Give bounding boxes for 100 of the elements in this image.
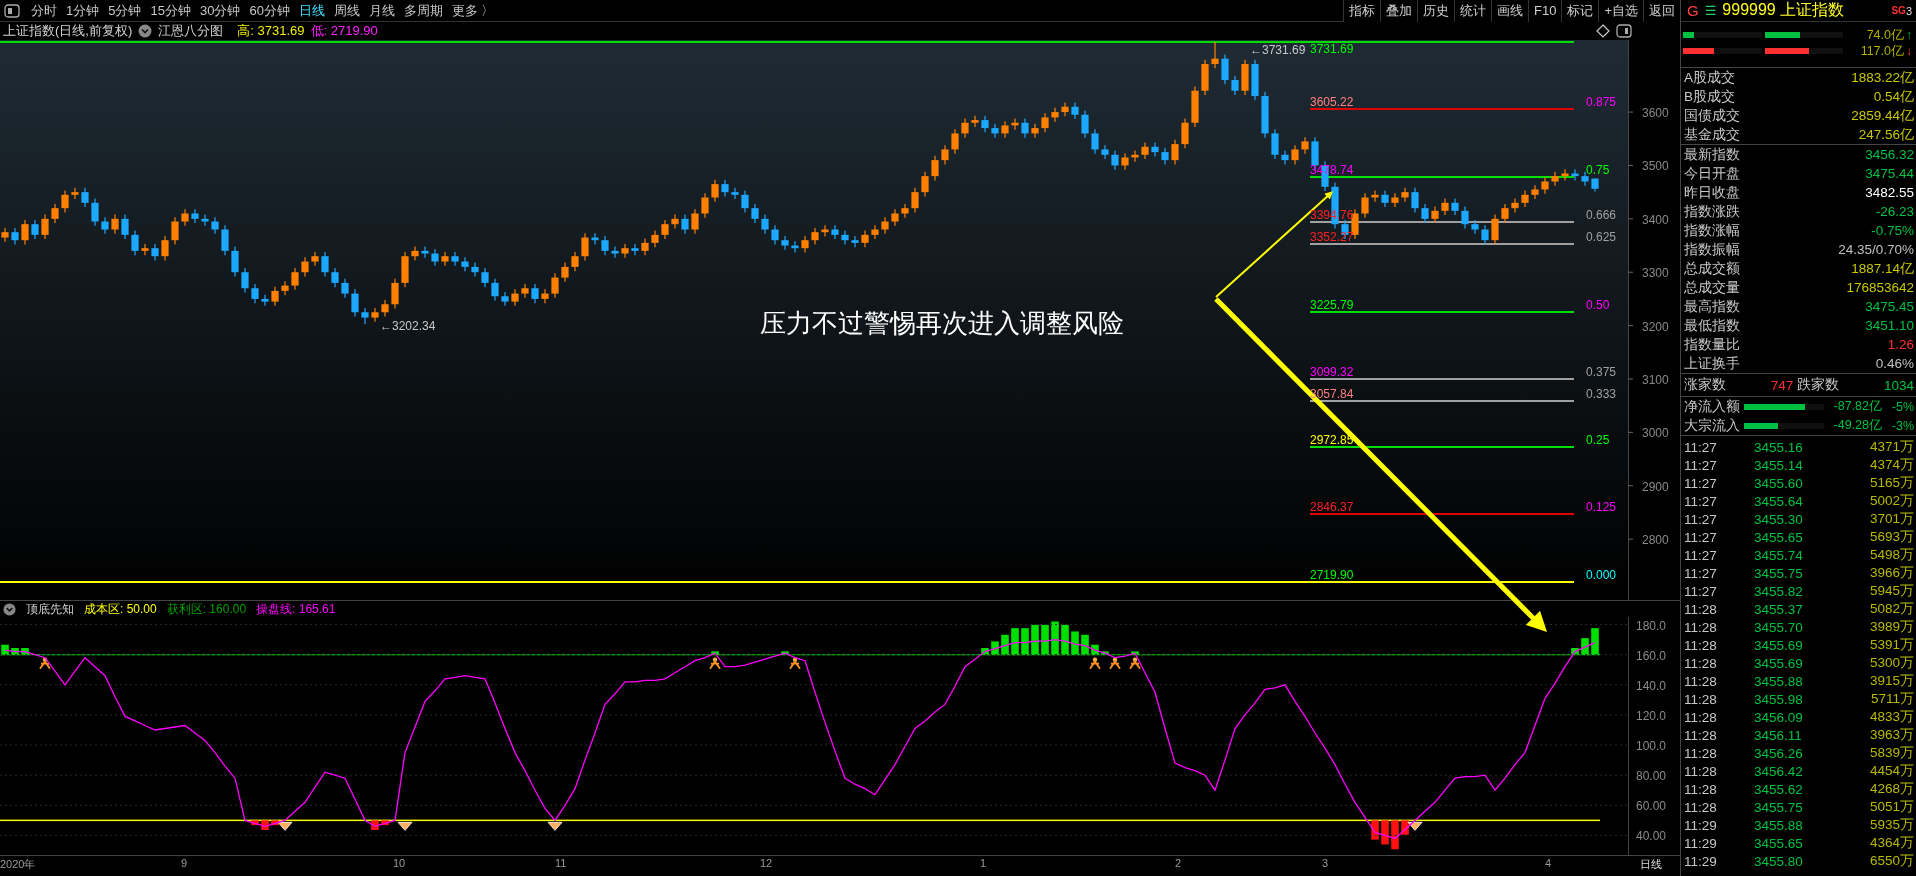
chevron-icon[interactable] (3, 602, 16, 616)
candlestick (991, 123, 999, 139)
candlestick (1231, 75, 1239, 96)
stat-label: 今日开盘 (1684, 164, 1740, 183)
date-label: 1 (980, 857, 987, 869)
axis-label: 100.0 (1636, 739, 1667, 754)
period-tab[interactable]: 30分钟 (199, 1, 241, 20)
toolbar-button[interactable]: 指标 (1343, 0, 1380, 22)
candlestick (601, 235, 609, 256)
panel-toggle-icon[interactable] (4, 3, 20, 18)
tick-volume: 3701万 (1869, 510, 1914, 528)
tick-volume: 5945万 (1869, 582, 1914, 600)
candlestick (551, 272, 559, 299)
tick-volume: 4364万 (1869, 834, 1914, 852)
candlestick (1081, 109, 1089, 139)
period-tab[interactable]: 5分钟 (108, 1, 142, 20)
cost-bars-drawing (251, 820, 279, 830)
toolbar-button[interactable]: 叠加 (1380, 0, 1417, 22)
candlestick (1111, 149, 1119, 171)
tick-time: 11:27 (1684, 457, 1718, 473)
candlestick (951, 128, 959, 155)
stat-label: 最高指数 (1684, 297, 1740, 316)
period-tab[interactable]: 周线 (333, 1, 360, 20)
period-tab[interactable]: 日线 (298, 1, 325, 20)
figure-icon (39, 657, 51, 670)
period-tab[interactable]: 60分钟 (249, 1, 290, 20)
toolbar-button[interactable]: 返回 (1643, 0, 1680, 22)
candlestick (1461, 205, 1469, 230)
level-ratio: 0.125 (1586, 500, 1617, 515)
direction-arrow: ↑ (1906, 28, 1913, 42)
tick-price: 3455.16 (1754, 439, 1804, 455)
candlestick (351, 288, 359, 318)
period-tab[interactable]: 多周期 (403, 1, 443, 20)
axis-label: 3300 (1642, 266, 1669, 281)
tick-volume: 3989万 (1869, 618, 1914, 636)
candlestick (81, 187, 89, 208)
quote-title: 999999 上证指数 (1722, 0, 1846, 20)
level-ratio: 0.25 (1586, 432, 1610, 447)
toolbar-button[interactable]: +自选 (1598, 0, 1643, 22)
stat-label: 昨日收盘 (1684, 183, 1740, 202)
candlestick (1121, 152, 1129, 171)
level-price: 3605.22 (1310, 95, 1354, 110)
candlestick (491, 278, 499, 302)
candlestick (531, 283, 539, 304)
candlestick (51, 203, 59, 224)
tick-price: 3455.88 (1754, 673, 1804, 689)
stat-value: 3451.10 (1865, 318, 1914, 333)
toolbar-button[interactable]: F10 (1528, 0, 1562, 22)
overlay-name[interactable]: 江恩八分图 (158, 22, 224, 40)
toolbar-button[interactable]: 历史 (1417, 0, 1454, 22)
period-tab[interactable]: 1分钟 (66, 1, 100, 20)
candlestick (251, 283, 259, 304)
profit-bars-drawing (1, 644, 29, 655)
toolbar-button[interactable]: 画线 (1491, 0, 1528, 22)
date-label: 2020年 (0, 857, 36, 872)
stat-value: 24.35/0.70% (1838, 242, 1914, 257)
candlestick (221, 224, 229, 256)
stat-value: 3456.32 (1865, 147, 1914, 162)
toolbar-button[interactable]: 统计 (1454, 0, 1491, 22)
candlestick (171, 216, 179, 246)
axis-label: 3500 (1642, 159, 1669, 174)
candlestick (451, 251, 459, 267)
candlestick (971, 115, 979, 128)
period-tab[interactable]: 15分钟 (150, 1, 191, 20)
candlestick (141, 243, 149, 256)
tick-price: 3455.62 (1754, 781, 1804, 797)
stat-value: -3% (1890, 418, 1914, 433)
level-price: 3731.69 (1310, 42, 1354, 56)
cost-bars-drawing (371, 820, 389, 830)
chart-title: 上证指数(日线,前复权) (3, 22, 133, 40)
stat-value: 1034 (1883, 377, 1914, 393)
period-tab[interactable]: 月线 (368, 1, 395, 20)
candlestick (1571, 168, 1579, 181)
candlestick (1001, 120, 1009, 139)
date-label: 2 (1175, 857, 1182, 869)
tick-time: 11:28 (1684, 745, 1718, 761)
figure-icon (1109, 657, 1121, 670)
level-ratio: 0.50 (1586, 297, 1610, 312)
candlestick (461, 256, 469, 272)
candlestick (481, 267, 489, 288)
low-marker: ←3202.34 (380, 319, 436, 333)
period-tab[interactable]: 更多 〉 (451, 1, 495, 20)
candlestick (1401, 187, 1409, 203)
candlestick (561, 262, 569, 283)
legend-item: 成本区: 50.00 (84, 600, 157, 618)
candlestick (1551, 171, 1559, 187)
menu-icon[interactable]: ☰ (1704, 3, 1717, 18)
tick-price: 3456.42 (1754, 763, 1804, 779)
tick-time: 11:27 (1684, 583, 1718, 599)
period-tab[interactable]: 分时 (31, 1, 57, 20)
stat-value: 1883.22亿 (1851, 68, 1914, 87)
panel-toggle-icon[interactable] (1616, 24, 1632, 38)
candlestick (31, 219, 39, 240)
candlestick (341, 278, 349, 299)
chevron-icon[interactable] (138, 24, 153, 38)
toolbar-button[interactable]: 标记 (1561, 0, 1599, 22)
stat-label: 涨家数 (1684, 376, 1726, 394)
candlestick (211, 216, 219, 235)
tick-volume: 4268万 (1869, 780, 1914, 798)
axis-label: 180.0 (1636, 618, 1667, 633)
